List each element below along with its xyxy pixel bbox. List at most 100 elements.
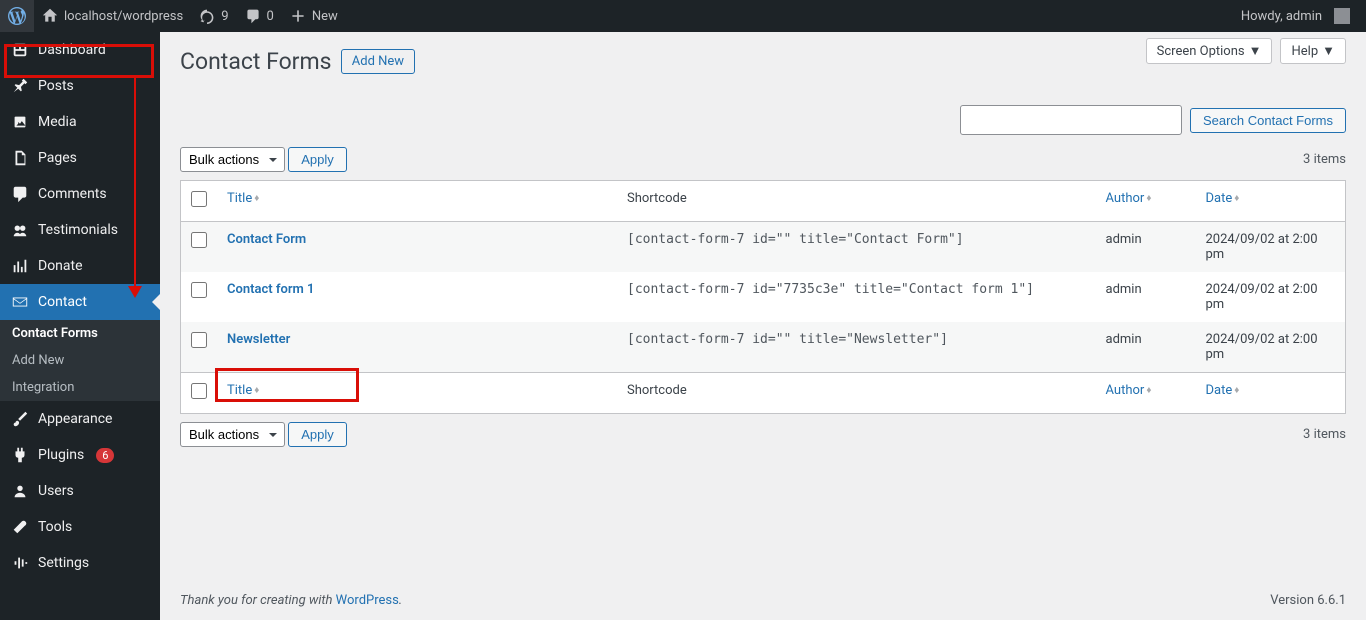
submenu-integration[interactable]: Integration <box>0 374 160 401</box>
updates-count: 9 <box>221 9 228 24</box>
settings-icon <box>10 553 30 573</box>
search-input[interactable] <box>960 105 1182 135</box>
dashboard-icon <box>10 40 30 60</box>
email-icon <box>10 292 30 312</box>
sidebar-item-donate[interactable]: Donate <box>0 248 160 284</box>
wordpress-icon <box>8 7 26 25</box>
plugins-update-badge: 6 <box>96 448 114 463</box>
sidebar-item-dashboard[interactable]: Dashboard <box>0 32 160 68</box>
submenu-contact-forms[interactable]: Contact Forms <box>0 320 160 347</box>
home-icon <box>42 8 58 24</box>
admin-sidebar: Dashboard Posts Media Pages Comments Tes… <box>0 32 160 620</box>
column-footer-author[interactable]: Author♦ <box>1096 373 1196 414</box>
chart-icon <box>10 256 30 276</box>
table-row: Contact form 1 admin2024/09/02 at 2:00 pm <box>181 272 1346 322</box>
column-header-date[interactable]: Date♦ <box>1196 181 1346 222</box>
row-date: 2024/09/02 at 2:00 pm <box>1196 322 1346 373</box>
admin-footer: Thank you for creating with WordPress. V… <box>160 581 1366 620</box>
sidebar-item-users[interactable]: Users <box>0 473 160 509</box>
row-checkbox[interactable] <box>191 282 207 298</box>
select-all-bottom[interactable] <box>191 383 207 399</box>
pages-icon <box>10 148 30 168</box>
sort-icon: ♦ <box>254 385 259 396</box>
chevron-down-icon: ▼ <box>1322 43 1335 59</box>
contact-submenu: Contact Forms Add New Integration <box>0 320 160 401</box>
table-row: Newsletteradmin2024/09/02 at 2:00 pm <box>181 322 1346 373</box>
forms-table: Title♦ Shortcode Author♦ Date♦ Contact F… <box>180 180 1346 414</box>
annotation-arrowhead <box>128 286 142 298</box>
avatar-icon <box>1334 8 1350 24</box>
users-icon <box>10 481 30 501</box>
add-new-button[interactable]: Add New <box>341 49 415 74</box>
row-title-link[interactable]: Newsletter <box>227 332 290 347</box>
apply-button-bottom[interactable]: Apply <box>288 422 347 447</box>
items-count-bottom: 3 items <box>1303 427 1346 442</box>
footer-wp-link[interactable]: WordPress <box>336 593 399 608</box>
plus-icon <box>290 8 306 24</box>
row-title-link[interactable]: Contact form 1 <box>227 282 314 297</box>
howdy-text: Howdy, admin <box>1241 9 1322 24</box>
sort-icon: ♦ <box>1234 193 1239 204</box>
comments-count: 0 <box>267 9 274 24</box>
footer-thanks: Thank you for creating with <box>180 593 336 608</box>
update-icon <box>199 8 215 24</box>
row-shortcode[interactable] <box>627 332 1086 347</box>
main-content: Screen Options ▼ Help ▼ Contact Forms Ad… <box>160 32 1366 620</box>
submenu-add-new[interactable]: Add New <box>0 347 160 374</box>
brush-icon <box>10 409 30 429</box>
row-date: 2024/09/02 at 2:00 pm <box>1196 272 1346 322</box>
sort-icon: ♦ <box>254 193 259 204</box>
column-footer-title[interactable]: Title♦ <box>217 373 617 414</box>
column-footer-date[interactable]: Date♦ <box>1196 373 1346 414</box>
sidebar-item-plugins[interactable]: Plugins 6 <box>0 437 160 473</box>
plugins-icon <box>10 445 30 465</box>
sidebar-item-testimonials[interactable]: Testimonials <box>0 212 160 248</box>
sort-icon: ♦ <box>1146 385 1151 396</box>
footer-version: Version 6.6.1 <box>1270 593 1346 608</box>
comments-link[interactable]: 0 <box>237 0 282 32</box>
table-row: Contact Formadmin2024/09/02 at 2:00 pm <box>181 222 1346 273</box>
comments-icon <box>10 184 30 204</box>
row-shortcode[interactable] <box>627 282 1086 297</box>
column-header-author[interactable]: Author♦ <box>1096 181 1196 222</box>
row-author: admin <box>1096 222 1196 273</box>
column-header-title[interactable]: Title♦ <box>217 181 617 222</box>
wp-logo[interactable] <box>0 0 34 32</box>
row-shortcode[interactable] <box>627 232 1086 247</box>
column-footer-shortcode: Shortcode <box>617 373 1096 414</box>
sidebar-item-posts[interactable]: Posts <box>0 68 160 104</box>
search-submit-button[interactable]: Search Contact Forms <box>1190 108 1346 133</box>
select-all-top[interactable] <box>191 191 207 207</box>
sidebar-item-pages[interactable]: Pages <box>0 140 160 176</box>
bulk-actions-select-bottom[interactable]: Bulk actions <box>180 422 285 447</box>
row-title-link[interactable]: Contact Form <box>227 232 306 247</box>
chevron-down-icon: ▼ <box>1249 43 1262 59</box>
annotation-arcontainer <box>134 78 136 288</box>
sidebar-item-media[interactable]: Media <box>0 104 160 140</box>
items-count-top: 3 items <box>1303 152 1346 167</box>
sort-icon: ♦ <box>1234 385 1239 396</box>
sidebar-item-comments[interactable]: Comments <box>0 176 160 212</box>
apply-button-top[interactable]: Apply <box>288 147 347 172</box>
site-name-link[interactable]: localhost/wordpress <box>34 0 191 32</box>
sort-icon: ♦ <box>1146 193 1151 204</box>
admin-toolbar: localhost/wordpress 9 0 New Howdy, admin <box>0 0 1366 32</box>
help-button[interactable]: Help ▼ <box>1280 38 1346 64</box>
row-author: admin <box>1096 272 1196 322</box>
column-header-shortcode: Shortcode <box>617 181 1096 222</box>
screen-options-button[interactable]: Screen Options ▼ <box>1146 38 1273 64</box>
row-checkbox[interactable] <box>191 332 207 348</box>
row-checkbox[interactable] <box>191 232 207 248</box>
new-label: New <box>312 9 338 24</box>
comment-icon <box>245 8 261 24</box>
sidebar-item-settings[interactable]: Settings <box>0 545 160 581</box>
account-menu[interactable]: Howdy, admin <box>1233 0 1358 32</box>
tools-icon <box>10 517 30 537</box>
updates-link[interactable]: 9 <box>191 0 236 32</box>
sidebar-item-appearance[interactable]: Appearance <box>0 401 160 437</box>
bulk-actions-select-top[interactable]: Bulk actions <box>180 147 285 172</box>
site-name: localhost/wordpress <box>64 9 183 24</box>
new-content-link[interactable]: New <box>282 0 346 32</box>
sidebar-item-tools[interactable]: Tools <box>0 509 160 545</box>
page-title: Contact Forms <box>180 32 332 75</box>
